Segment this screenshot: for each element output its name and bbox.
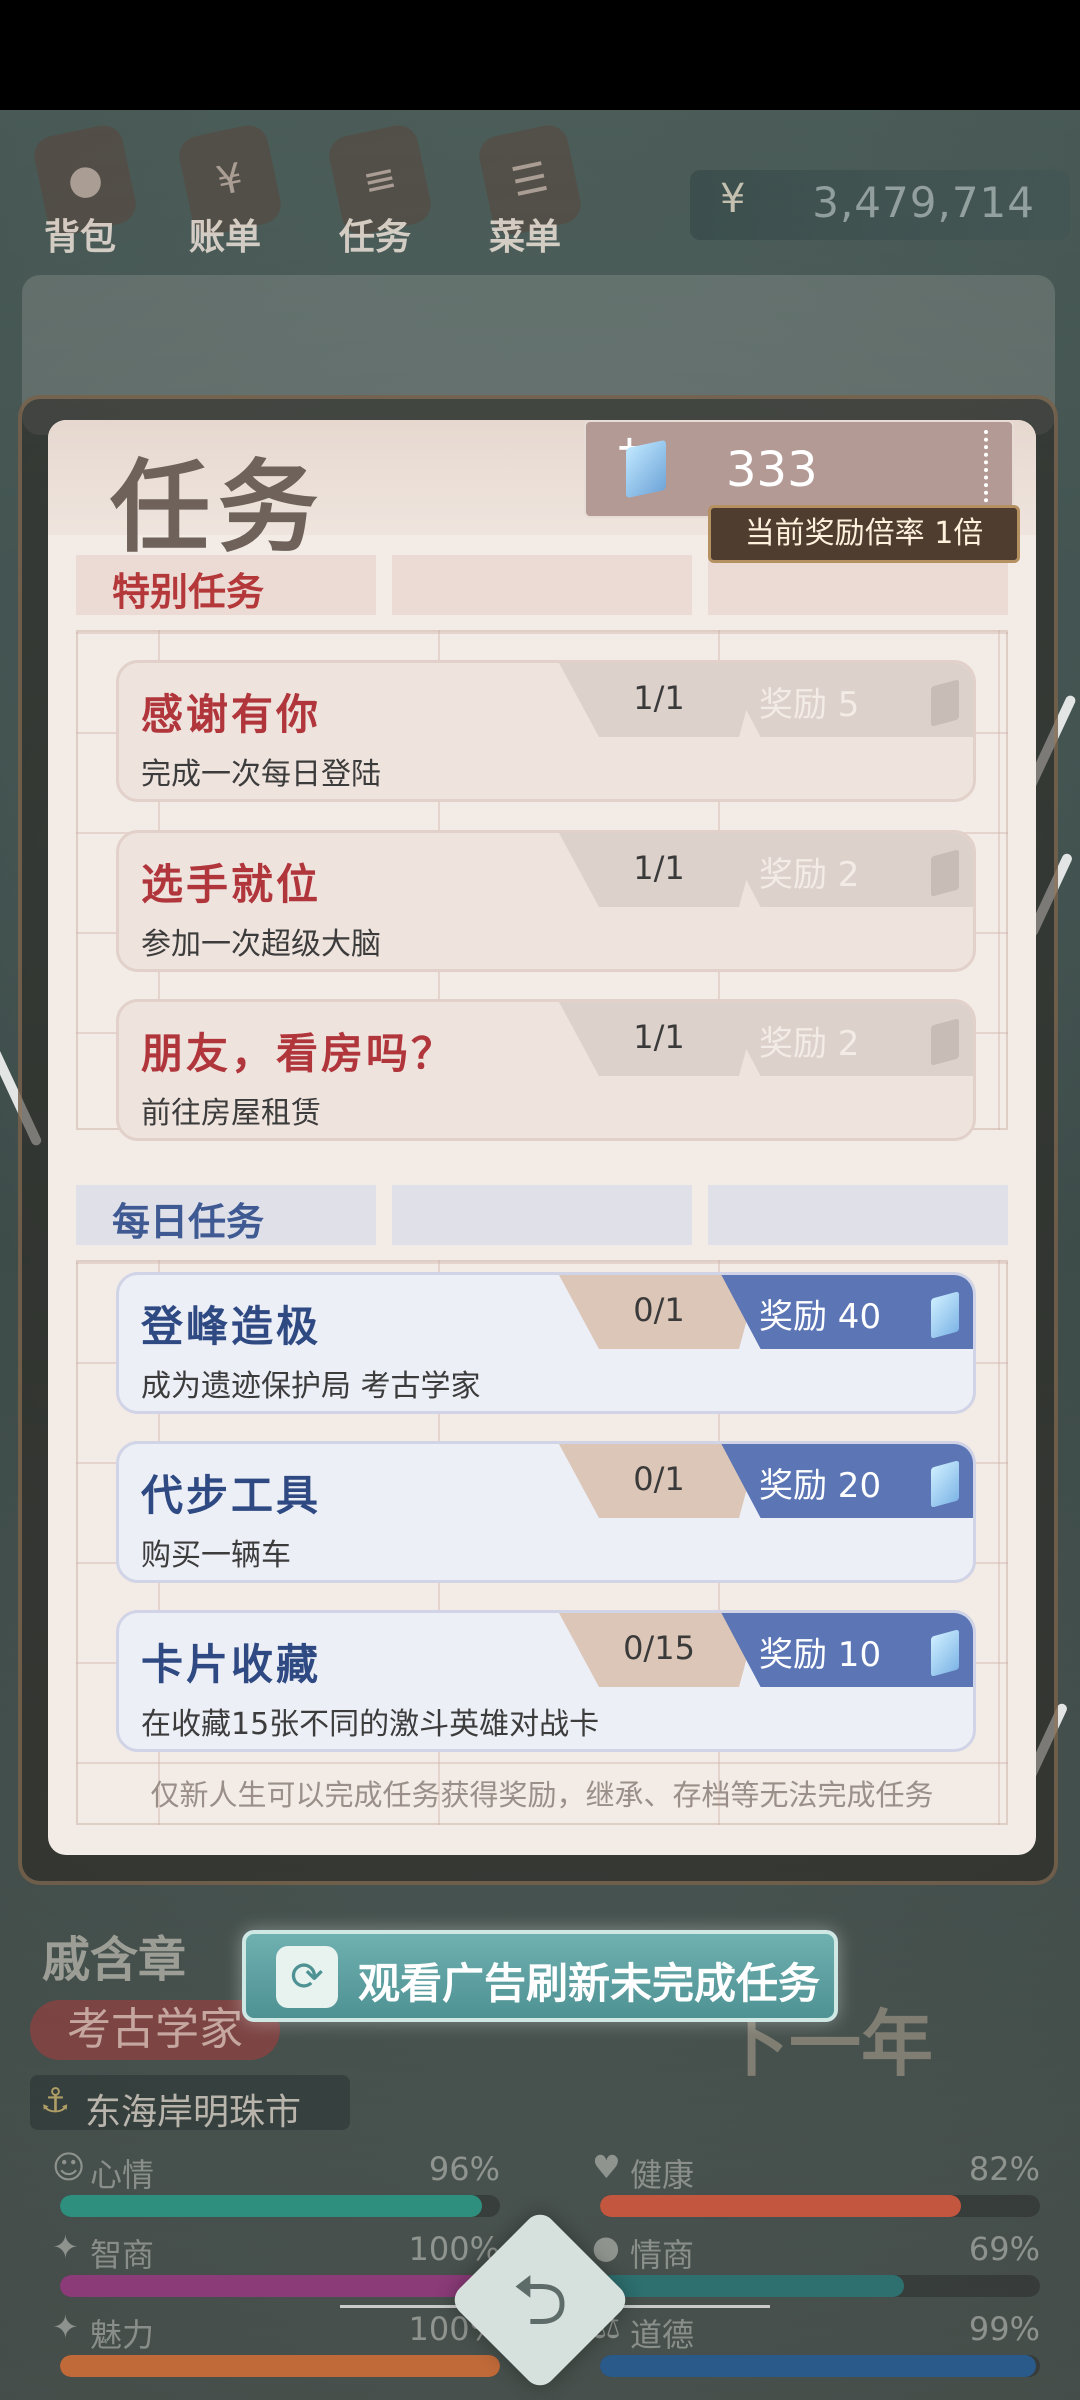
- smile-icon: ☺: [52, 2148, 86, 2186]
- stat-eq-value: 69%: [968, 2230, 1040, 2268]
- task-title: 感谢有你: [141, 690, 322, 739]
- stat-health-value: 82%: [968, 2150, 1040, 2188]
- stat-eq-bar: [600, 2275, 904, 2297]
- play-refresh-icon: ⟳: [276, 1946, 338, 2008]
- task-description: 前往房屋租赁: [141, 1096, 321, 1131]
- task-card[interactable]: 登峰造极 成为遗迹保护局 考古学家 0/1 奖励 40: [116, 1272, 976, 1414]
- nav-tasks[interactable]: ≡ 任务: [310, 120, 440, 270]
- gem-icon: [931, 679, 959, 727]
- task-card[interactable]: 代步工具 购买一辆车 0/1 奖励 20: [116, 1441, 976, 1583]
- task-title: 选手就位: [141, 860, 322, 909]
- stat-eq: ● 情商 69%: [592, 2228, 1040, 2300]
- watch-ad-refresh-button[interactable]: ⟳ 观看广告刷新未完成任务: [242, 1930, 838, 2022]
- tab-special-tasks[interactable]: 特别任务: [76, 555, 376, 615]
- city-label: 东海岸明珠市: [85, 2092, 302, 2133]
- stat-morality: ⚖ 道德 99%: [592, 2308, 1040, 2380]
- task-description: 参加一次超级大脑: [141, 927, 381, 962]
- return-icon: ⮌: [511, 2259, 569, 2341]
- nav-menu[interactable]: ☰ 菜单: [460, 120, 590, 270]
- stat-morality-value: 99%: [968, 2310, 1040, 2348]
- stat-health: ♥ 健康 82%: [592, 2148, 1040, 2220]
- heart-icon: ♥: [592, 2148, 621, 2186]
- task-title: 代步工具: [141, 1471, 322, 1520]
- tab-blank: [708, 1185, 1008, 1245]
- city-badge[interactable]: ⚓ 东海岸明珠市: [30, 2075, 350, 2133]
- stat-eq-label: 情商: [630, 2236, 695, 2274]
- star-icon: ✦: [52, 2308, 79, 2346]
- nav-bill-label: 账单: [188, 217, 261, 258]
- task-notice: 仅新人生可以完成任务获得奖励，继承、存档等无法完成任务: [150, 1778, 934, 1812]
- stat-health-label: 健康: [630, 2156, 695, 2194]
- nav-backpack[interactable]: ● 背包: [15, 120, 145, 270]
- task-reward-label: 奖励 10: [759, 1635, 882, 1675]
- task-title: 朋友，看房吗？: [141, 1029, 457, 1078]
- divider: [984, 430, 988, 510]
- stat-charm-label: 魅力: [90, 2316, 155, 2354]
- nav-backpack-label: 背包: [43, 217, 116, 258]
- currency-icon: ¥: [720, 176, 746, 222]
- bulb-icon: ✦: [52, 2228, 79, 2266]
- nav-bill[interactable]: ¥ 账单: [160, 120, 290, 270]
- task-reward-label: 奖励 40: [759, 1297, 882, 1337]
- task-reward-label: 奖励 2: [759, 855, 860, 895]
- task-card[interactable]: 卡片收藏 在收藏15张不同的激斗英雄对战卡 0/15 奖励 10: [116, 1610, 976, 1752]
- daily-tasks-section: 每日任务 登峰造极 成为遗迹保护局 考古学家 0/1 奖励 40 代步工具 购买…: [76, 1185, 1008, 1825]
- task-description: 购买一辆车: [141, 1538, 291, 1573]
- tab-blank: [392, 1185, 692, 1245]
- task-card[interactable]: 感谢有你 完成一次每日登陆 1/1 奖励 5: [116, 660, 976, 802]
- anchor-icon: ⚓: [40, 2081, 71, 2121]
- task-reward-label: 奖励 5: [759, 685, 860, 725]
- stat-morality-bar: [600, 2355, 1036, 2377]
- task-card[interactable]: 朋友，看房吗？ 前往房屋租赁 1/1 奖励 2: [116, 999, 976, 1141]
- task-description: 完成一次每日登陆: [141, 757, 381, 792]
- special-tasks-section: 特别任务 感谢有你 完成一次每日登陆 1/1 奖励 5 选手就位 参加一次超级大…: [76, 555, 1008, 1155]
- task-description: 在收藏15张不同的激斗英雄对战卡: [141, 1707, 600, 1742]
- task-title: 卡片收藏: [141, 1640, 322, 1689]
- tab-blank: [708, 555, 1008, 615]
- sparkle-line-left: [340, 2305, 470, 2308]
- tab-daily-tasks[interactable]: 每日任务: [76, 1185, 376, 1245]
- gem-icon: [626, 439, 666, 499]
- stat-charm-bar: [60, 2355, 500, 2377]
- status-bar: [0, 0, 1080, 110]
- stat-mood-label: 心情: [90, 2156, 155, 2194]
- character-name: 戚含章: [42, 1932, 187, 1988]
- tab-special-tasks-label: 特别任务: [112, 570, 265, 614]
- modal-title: 任务: [110, 449, 326, 566]
- task-modal: 任务 特别任务 感谢有你 完成一次每日登陆 1/1 奖励 5 选手就位 参加一次…: [48, 420, 1036, 1855]
- sparkle-line-right: [610, 2305, 770, 2308]
- nav-tasks-label: 任务: [338, 217, 411, 258]
- stat-iq: ✦ 智商 100%: [52, 2228, 500, 2300]
- stat-mood: ☺ 心情 96%: [52, 2148, 500, 2220]
- tab-blank: [392, 555, 692, 615]
- reward-multiplier: 当前奖励倍率 1倍: [708, 505, 1020, 563]
- stat-mood-value: 96%: [428, 2150, 500, 2188]
- stat-charm: ✦ 魅力 100%: [52, 2308, 500, 2380]
- stat-health-bar: [600, 2195, 961, 2217]
- task-reward-label: 奖励 20: [759, 1466, 882, 1506]
- tab-daily-tasks-label: 每日任务: [112, 1200, 265, 1244]
- gem-icon: [931, 849, 959, 897]
- stat-iq-label: 智商: [90, 2236, 155, 2274]
- stat-mood-bar: [60, 2195, 483, 2217]
- gem-icon: [931, 1291, 959, 1339]
- gem-icon: [931, 1018, 959, 1066]
- stat-morality-label: 道德: [630, 2316, 695, 2354]
- task-title: 登峰造极: [141, 1302, 322, 1351]
- task-description: 成为遗迹保护局 考古学家: [141, 1369, 481, 1404]
- gem-icon: [931, 1460, 959, 1508]
- task-card[interactable]: 选手就位 参加一次超级大脑 1/1 奖励 2: [116, 830, 976, 972]
- nav-menu-label: 菜单: [488, 217, 561, 258]
- gem-icon: [931, 1629, 959, 1677]
- watch-ad-refresh-label: 观看广告刷新未完成任务: [358, 1959, 821, 2008]
- money-display: ¥ 3,479,714: [690, 170, 1070, 240]
- gem-count: 333: [726, 442, 818, 498]
- task-reward-label: 奖励 2: [759, 1024, 860, 1064]
- gem-counter[interactable]: + 333: [584, 420, 1014, 518]
- money-amount: 3,479,714: [812, 178, 1035, 227]
- stat-iq-bar: [60, 2275, 500, 2297]
